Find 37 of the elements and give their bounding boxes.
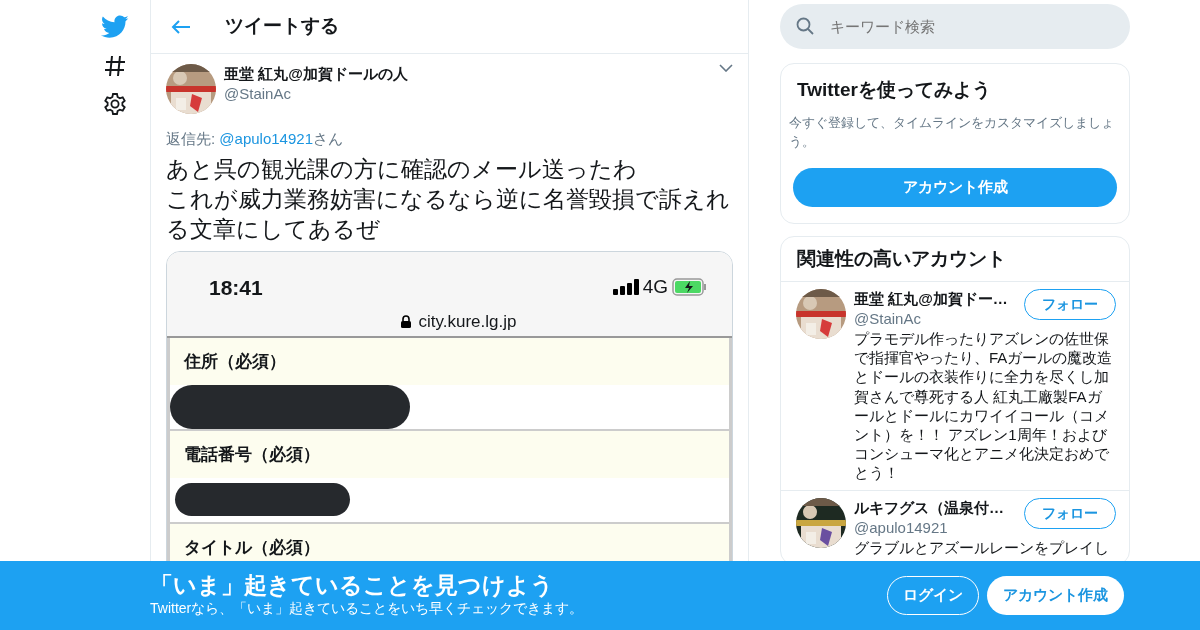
- signal-icon: [612, 279, 639, 296]
- follow-button[interactable]: フォロー: [1024, 289, 1116, 320]
- form-label: 住所（必須）: [170, 337, 729, 385]
- hashtag-icon[interactable]: [104, 54, 126, 77]
- tweet-text-line: あと呉の観光課の方に確認のメール送ったわ: [166, 155, 638, 184]
- account-handle: @StainAc: [854, 309, 922, 329]
- author-name: 亜堂 紅丸@加賀ドールの人: [224, 64, 409, 84]
- mention-link[interactable]: @apulo14921: [219, 130, 313, 147]
- card-description: 今すぐ登録して、タイムラインをカスタマイズしましょう。: [789, 113, 1115, 151]
- page-title: ツイートする: [225, 15, 339, 38]
- settings-icon[interactable]: [103, 91, 127, 116]
- card-title: 関連性の高いアカウント: [796, 246, 1007, 271]
- author-handle: @StainAc: [224, 84, 292, 104]
- form-label: 電話番号（必須）: [170, 430, 729, 478]
- battery-icon: [672, 278, 708, 297]
- account-name: 亜堂 紅丸@加賀ドー…: [854, 289, 1008, 309]
- account-handle: @apulo14921: [854, 517, 949, 538]
- search-field[interactable]: キーワード検索: [780, 4, 1130, 49]
- create-account-button[interactable]: アカウント作成: [793, 167, 1117, 207]
- bird-logo-icon[interactable]: [101, 14, 129, 39]
- card-title: Twitterを使ってみよう: [796, 78, 992, 102]
- account-name: ルキフグス（温泉付…: [854, 497, 1004, 518]
- account-bio: プラモデル作ったりアズレンの佐世保で指揮官やったり、FAガールの魔改造とドールの衣装作りに全力を尽くし加賀さんで尊死する人 紅丸工廠製FAガールとドールにカワイイコール（コメント）を！！ アズレン1周年！およびコンシューマ化とアニメ化決定おめでとう！: [854, 329, 1114, 483]
- banner-title: 「いま」起きていることを見つけよう: [150, 571, 555, 599]
- url-text: city.kure.lg.jp: [418, 311, 517, 333]
- account-bio: グラブルとアズールレーンをプレイし: [854, 537, 1110, 557]
- chevron-down-icon[interactable]: [719, 64, 733, 72]
- search-icon: [796, 17, 814, 35]
- network-label: 4G: [642, 275, 668, 299]
- signup-button[interactable]: アカウント作成: [987, 576, 1124, 615]
- banner-subtitle: Twitterなら、「いま」起きていることをいち早くチェックできます。: [150, 599, 584, 619]
- lock-icon: [400, 315, 411, 329]
- status-time: 18:41: [209, 274, 263, 301]
- follow-button[interactable]: フォロー: [1024, 497, 1116, 529]
- reply-to-line: 返信先: @apulo14921さん: [166, 129, 344, 149]
- back-arrow-icon[interactable]: [171, 18, 191, 35]
- tweet-text-line: これが威力業務妨害になるなら逆に名誉毀損で訴えれる文章にしてあるぜ: [166, 185, 731, 244]
